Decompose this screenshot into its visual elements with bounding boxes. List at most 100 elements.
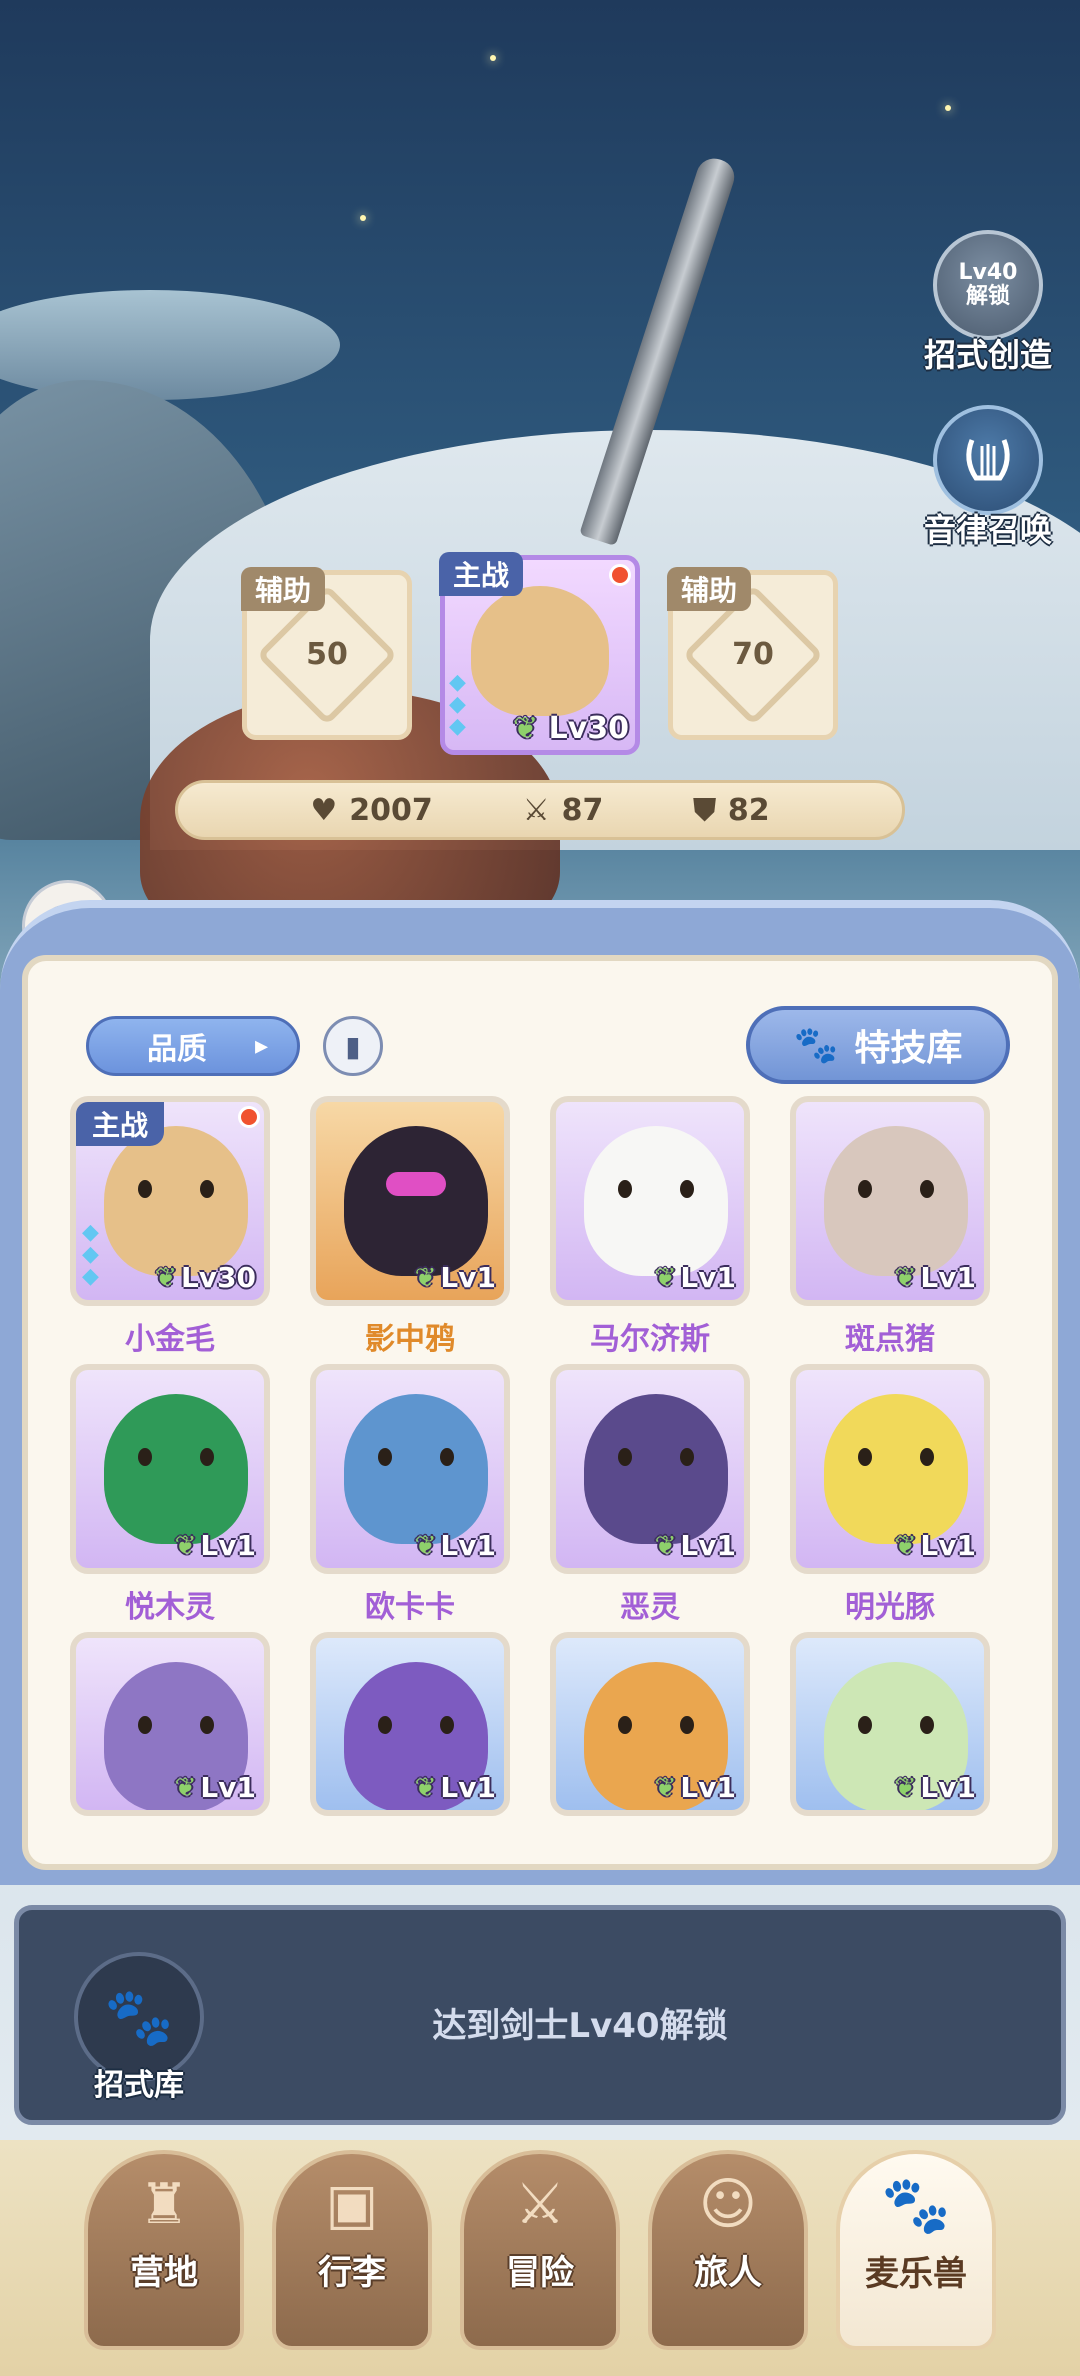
shield-icon: ⛊ [693,792,716,828]
pet-list-panel: 品质 ▸ ▮ 🐾 特技库 主战 ◆ ◆ ◆ ❦ Lv30 小金毛 ❦ Lv1 影中鸦 ❦… [22,955,1058,1870]
leaf-icon: ❦ [174,1530,197,1561]
lock-icon: Lv40 解锁 [933,230,1043,340]
leaf-icon: ❦ [512,711,539,746]
backpack-icon: ▣ [325,2172,379,2237]
pet-name: 马尔济斯 [590,1322,710,1357]
pet-card[interactable]: ❦ Lv1 [70,1364,270,1574]
notification-dot [238,1106,260,1128]
quality-filter-button[interactable]: 品质 ▸ [86,1016,300,1076]
evil-spirit-portrait [584,1394,728,1544]
slot-tag: 辅助 [667,567,752,611]
hp-value: 2007 [349,792,433,828]
leaf-icon: ❦ [894,1772,917,1803]
skill-library-button[interactable]: 🐾 特技库 [746,1006,1010,1084]
pet-level: Lv1 [680,1771,736,1804]
tab-label: 旅人 [694,2253,762,2293]
heart-icon: ♥ [310,792,338,828]
move-library-label: 招式库 [94,2068,184,2103]
paw-icon: 🐾 [793,1025,839,1066]
tab-luggage[interactable]: ▣ 行李 [272,2150,432,2350]
wood-spirit-portrait [104,1394,248,1544]
pet-level: Lv1 [440,1261,496,1294]
leaf-icon: ❦ [654,1530,677,1561]
star-sparkle [945,105,951,111]
main-battle-tag: 主战 [76,1102,165,1146]
pet-icon: 🐾 [881,2173,951,2238]
tab-camp[interactable]: ♜ 营地 [84,2150,244,2350]
lock-text: 解锁 [965,284,1010,309]
slot-tag: 主战 [439,552,524,596]
golden-puppy-portrait [104,1126,248,1276]
support-slot-left[interactable]: 辅助 50 [241,567,412,740]
tab-label: 冒险 [506,2253,574,2293]
leaf-icon: ❦ [654,1772,677,1803]
pet-level: Lv1 [920,1261,976,1294]
crossed-swords-icon: ⚔ [514,2172,566,2237]
castle-icon: ♜ [138,2172,190,2237]
pet-card[interactable]: ❦ Lv1 [790,1632,990,1816]
pet-level: Lv1 [440,1771,496,1804]
pet-card[interactable]: 主战 ◆ ◆ ◆ ❦ Lv30 [70,1096,270,1306]
pet-level: Lv1 [440,1529,496,1562]
defense-value: 82 [727,792,770,828]
pet-level: Lv1 [680,1529,736,1562]
tab-pets[interactable]: 🐾 麦乐兽 [836,2150,996,2350]
filter-label: 品质 [147,1032,207,1067]
traveler-icon: ☺ [698,2172,758,2237]
unlock-level: 70 [732,637,774,672]
team-stats-bar: ♥ 2007 ⚔ 87 ⛊ 82 [175,780,905,840]
pet-level: Lv1 [680,1261,736,1294]
pet-name: 恶灵 [620,1590,680,1625]
leaf-icon: ❦ [414,1530,437,1561]
tab-label: 行李 [318,2253,386,2293]
snowy-cliff [0,290,340,400]
star-rank-icon: ◆ ◆ ◆ [449,670,466,739]
support-slot-right[interactable]: 辅助 70 [667,567,838,740]
move-create-label: 招式创造 [923,336,1052,374]
star-sparkle [490,55,496,61]
move-library-lock-bar: 🐾 招式库 达到剑士Lv40解锁 [14,1905,1066,2125]
pet-level: Lv1 [920,1771,976,1804]
move-create-button[interactable]: Lv40 解锁 招式创造 [908,230,1068,376]
leaf-icon: ❦ [654,1262,677,1293]
tab-adventure[interactable]: ⚔ 冒险 [460,2150,620,2350]
catalog-button[interactable]: ▮ [323,1016,383,1076]
rhythm-summon-label: 音律召唤 [923,511,1052,549]
unlock-level: 50 [306,637,348,672]
pet-level: Lv1 [200,1529,256,1562]
pet-card[interactable]: ❦ Lv1 [550,1364,750,1574]
star-sparkle [360,215,366,221]
light-dolphin-portrait [824,1394,968,1544]
pet-card[interactable]: ❦ Lv1 [550,1632,750,1816]
pet-card[interactable]: ❦ Lv1 [790,1364,990,1574]
tab-traveler[interactable]: ☺ 旅人 [648,2150,808,2350]
skill-library-label: 特技库 [854,1028,963,1069]
lyre-icon [933,405,1043,515]
pet-card[interactable]: ❦ Lv1 [790,1096,990,1306]
pet-name: 欧卡卡 [365,1590,455,1625]
okaka-portrait [344,1394,488,1544]
pet-card[interactable]: ❦ Lv1 [70,1632,270,1816]
tab-label: 麦乐兽 [865,2254,967,2294]
pet-name: 小金毛 [125,1322,215,1357]
pet-level: Lv1 [200,1771,256,1804]
pet-card[interactable]: ❦ Lv1 [310,1632,510,1816]
attack-value: 87 [561,792,604,828]
shadow-crow-portrait [344,1126,488,1276]
notification-dot [609,564,631,586]
main-battle-slot[interactable]: 主战 ◆ ◆ ◆ ❦ Lv30 [439,552,640,755]
caret-right-icon: ▸ [255,1031,269,1061]
pet-level: Lv1 [920,1529,976,1562]
pet-level: Lv30 [180,1261,256,1294]
pet-card[interactable]: ❦ Lv1 [310,1096,510,1306]
tab-label: 营地 [130,2253,198,2293]
leaf-icon: ❦ [414,1772,437,1803]
pet-card[interactable]: ❦ Lv1 [550,1096,750,1306]
pet-card[interactable]: ❦ Lv1 [310,1364,510,1574]
spotted-pig-portrait [824,1126,968,1276]
leaf-icon: ❦ [414,1262,437,1293]
slot-tag: 辅助 [241,567,326,611]
leaf-icon: ❦ [894,1262,917,1293]
crossed-swords-icon: ⚔ [522,792,550,828]
rhythm-summon-button[interactable]: 音律召唤 [908,405,1068,551]
